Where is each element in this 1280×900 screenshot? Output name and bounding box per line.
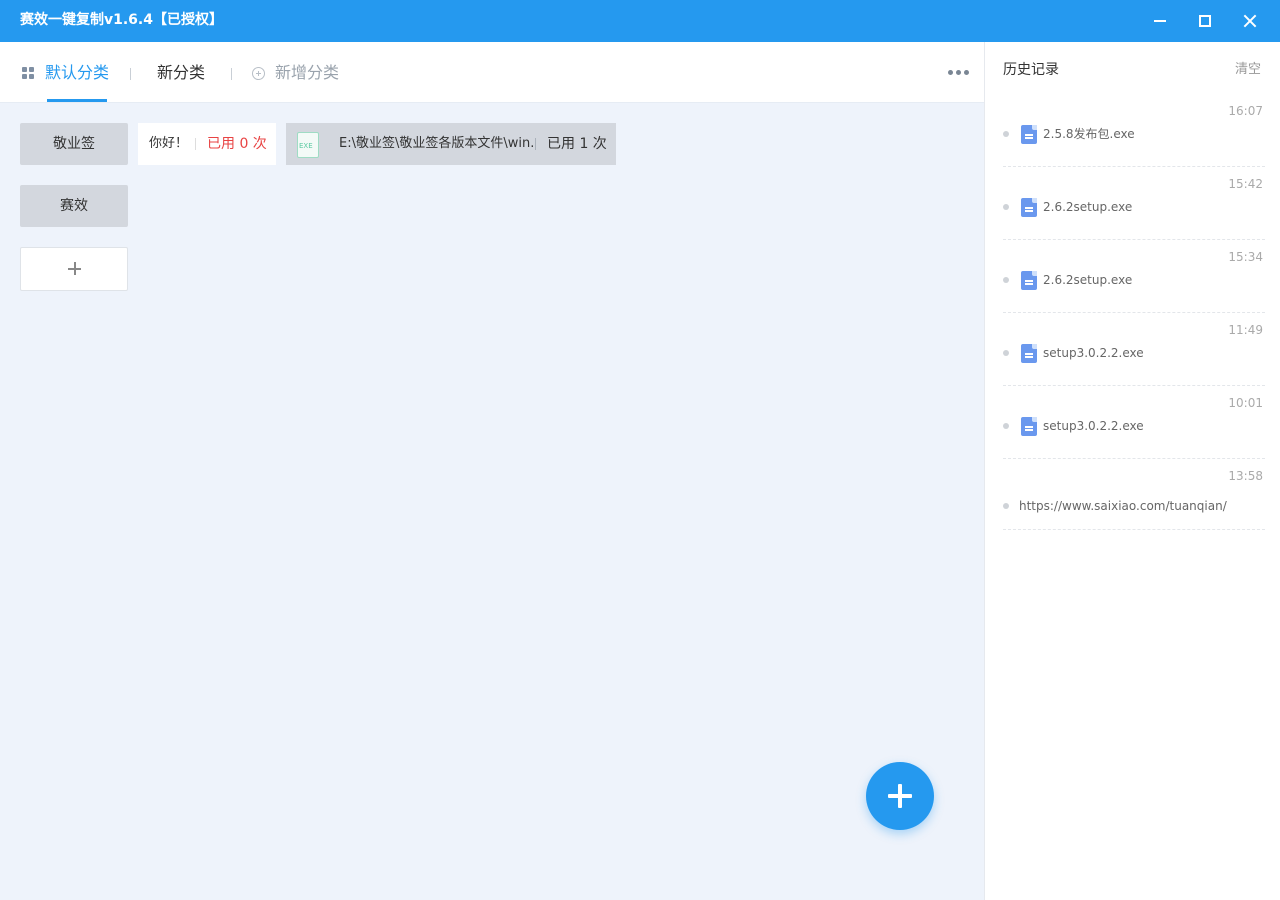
history-item-name: 2.5.8发布包.exe — [1043, 127, 1135, 141]
tab-label: 新增分类 — [275, 63, 340, 82]
history-item-name: setup3.0.2.2.exe — [1043, 419, 1144, 433]
history-title: 历史记录 — [1003, 62, 1059, 78]
close-button[interactable] — [1238, 9, 1262, 33]
clear-history-button[interactable]: 清空 — [1235, 60, 1261, 80]
history-item-url: https://www.saixiao.com/tuanqian/ — [1019, 499, 1227, 513]
history-time: 15:34 — [1228, 250, 1263, 264]
minimize-icon — [1154, 20, 1166, 22]
plus-circle-icon — [252, 67, 265, 80]
active-tab-indicator — [47, 99, 107, 102]
bullet-dot — [1003, 131, 1009, 137]
snippet-used-count: 已用 1 次 — [547, 136, 607, 152]
history-item-name: 2.6.2setup.exe — [1043, 273, 1133, 287]
snippet-used-count: 已用 0 次 — [207, 136, 267, 152]
history-item[interactable]: 10:01 setup3.0.2.2.exe — [1003, 386, 1265, 459]
file-icon — [1021, 125, 1037, 144]
file-icon — [1021, 271, 1037, 290]
history-time: 13:58 — [1228, 469, 1263, 483]
minimize-button[interactable] — [1148, 9, 1172, 33]
history-panel: 历史记录 清空 16:07 2.5.8发布包.exe 15:42 2.6.2se… — [984, 42, 1280, 900]
snippet-divider — [195, 138, 196, 150]
history-item[interactable]: 11:49 setup3.0.2.2.exe — [1003, 313, 1265, 386]
add-group-button[interactable] — [20, 247, 128, 291]
history-item[interactable]: 16:07 2.5.8发布包.exe — [1003, 94, 1265, 167]
add-content-fab[interactable] — [866, 762, 934, 830]
tab-default-category[interactable]: 默认分类 — [22, 62, 109, 84]
snippet-item-file[interactable]: E:\敬业签\敬业签各版本文件\win... 已用 1 次 — [286, 123, 616, 165]
group-button-jingyeqian[interactable]: 敬业签 — [20, 123, 128, 165]
history-time: 15:42 — [1228, 177, 1263, 191]
history-item-name: 2.6.2setup.exe — [1043, 200, 1133, 214]
maximize-button[interactable] — [1193, 9, 1217, 33]
tab-label: 新分类 — [157, 63, 206, 82]
bullet-dot — [1003, 503, 1009, 509]
main-panel: 默认分类 新分类 新增分类 敬业签 你好！ 已用 0 次 E:\敬业签\敬业签各… — [0, 42, 984, 900]
more-dots-icon — [948, 70, 953, 75]
tab-new-category[interactable]: 新分类 — [157, 62, 205, 84]
bullet-dot — [1003, 350, 1009, 356]
file-icon — [1021, 344, 1037, 363]
bullet-dot — [1003, 204, 1009, 210]
grid-icon — [22, 67, 35, 80]
history-item[interactable]: 15:34 2.6.2setup.exe — [1003, 240, 1265, 313]
snippet-item-text[interactable]: 你好！ 已用 0 次 — [138, 123, 276, 165]
more-options-button[interactable] — [948, 70, 970, 76]
exe-file-icon — [297, 132, 319, 158]
window-title: 赛效一键复制v1.6.4【已授权】 — [20, 12, 223, 28]
history-time: 10:01 — [1228, 396, 1263, 410]
add-category-button[interactable]: 新增分类 — [252, 62, 339, 84]
history-item[interactable]: 13:58 https://www.saixiao.com/tuanqian/ — [1003, 459, 1265, 530]
tab-separator — [231, 68, 232, 80]
file-icon — [1021, 417, 1037, 436]
tab-label: 默认分类 — [45, 63, 110, 82]
snippet-divider — [535, 138, 536, 150]
tab-separator — [130, 68, 131, 80]
history-time: 16:07 — [1228, 104, 1263, 118]
title-bar: 赛效一键复制v1.6.4【已授权】 — [0, 0, 1280, 42]
snippet-file-path: E:\敬业签\敬业签各版本文件\win... — [339, 136, 534, 151]
file-icon — [1021, 198, 1037, 217]
history-item-name: setup3.0.2.2.exe — [1043, 346, 1144, 360]
maximize-icon — [1199, 15, 1211, 27]
bullet-dot — [1003, 277, 1009, 283]
history-item[interactable]: 15:42 2.6.2setup.exe — [1003, 167, 1265, 240]
bullet-dot — [1003, 423, 1009, 429]
category-tab-bar: 默认分类 新分类 新增分类 — [0, 42, 984, 103]
history-time: 11:49 — [1228, 323, 1263, 337]
snippet-text-content: 你好！ — [149, 136, 189, 151]
group-button-saixiao[interactable]: 赛效 — [20, 185, 128, 227]
